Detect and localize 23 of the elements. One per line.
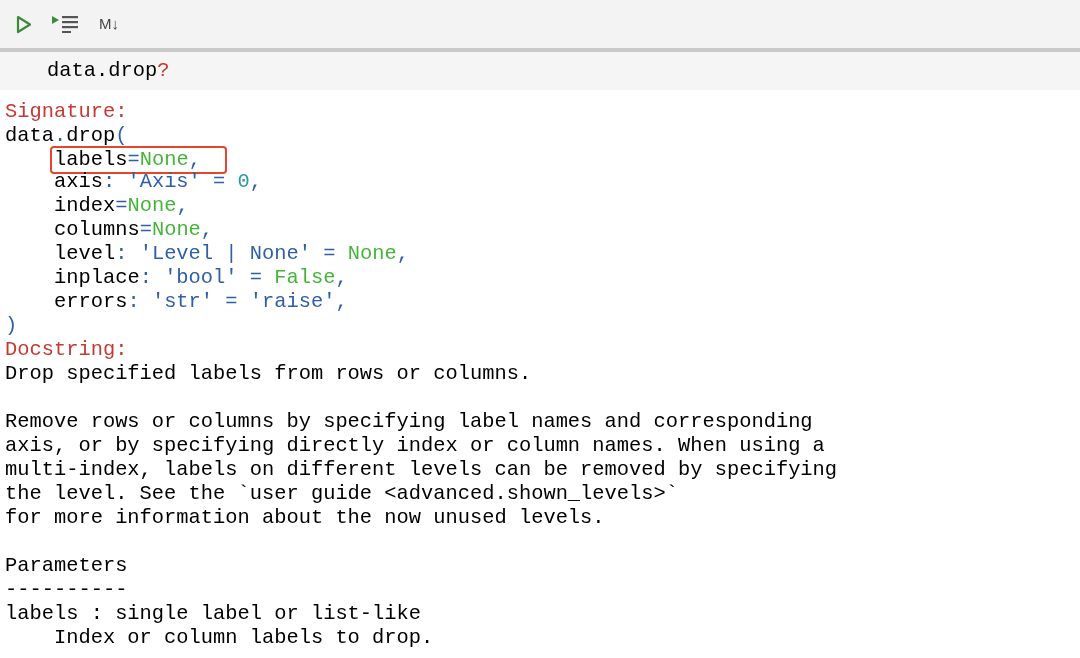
docstring-line: Remove rows or columns by specifying label names and corresponding	[5, 410, 813, 434]
docstring-line: Parameters	[5, 554, 128, 578]
section-heading: Signature:	[5, 100, 128, 124]
run-all-button[interactable]	[52, 14, 79, 34]
code-input[interactable]: data.drop?	[47, 55, 170, 87]
docstring-line: Drop specified labels from rows or columns.	[5, 362, 532, 386]
docstring-line: ----------	[5, 578, 128, 602]
docstring-line: labels : single label or list-like	[5, 602, 422, 626]
signature-line: errors: 'str' = 'raise',	[54, 290, 348, 314]
signature-line: )	[5, 314, 18, 338]
docstring-line: the level. See the `user guide <advanced.shown_levels>`	[5, 482, 678, 506]
signature-line: inplace: 'bool' = False,	[54, 266, 348, 290]
markdown-button[interactable]: M↓	[99, 12, 119, 36]
docstring-line: for more information about the now unused levels.	[5, 506, 605, 530]
signature-line: level: 'Level | None' = None,	[54, 242, 409, 266]
docstring-line: axis, or by specifying directly index or column names. When using a	[5, 434, 825, 458]
docstring-line: multi-index, labels on different levels can be removed by specifying	[5, 458, 838, 482]
signature-line: columns=None,	[54, 218, 214, 242]
signature-line: data.drop(	[5, 124, 128, 148]
section-heading: Docstring:	[5, 338, 128, 362]
docstring-line: Index or column labels to drop.	[52, 626, 434, 650]
signature-line: index=None,	[54, 194, 189, 218]
run-button[interactable]	[16, 14, 32, 34]
